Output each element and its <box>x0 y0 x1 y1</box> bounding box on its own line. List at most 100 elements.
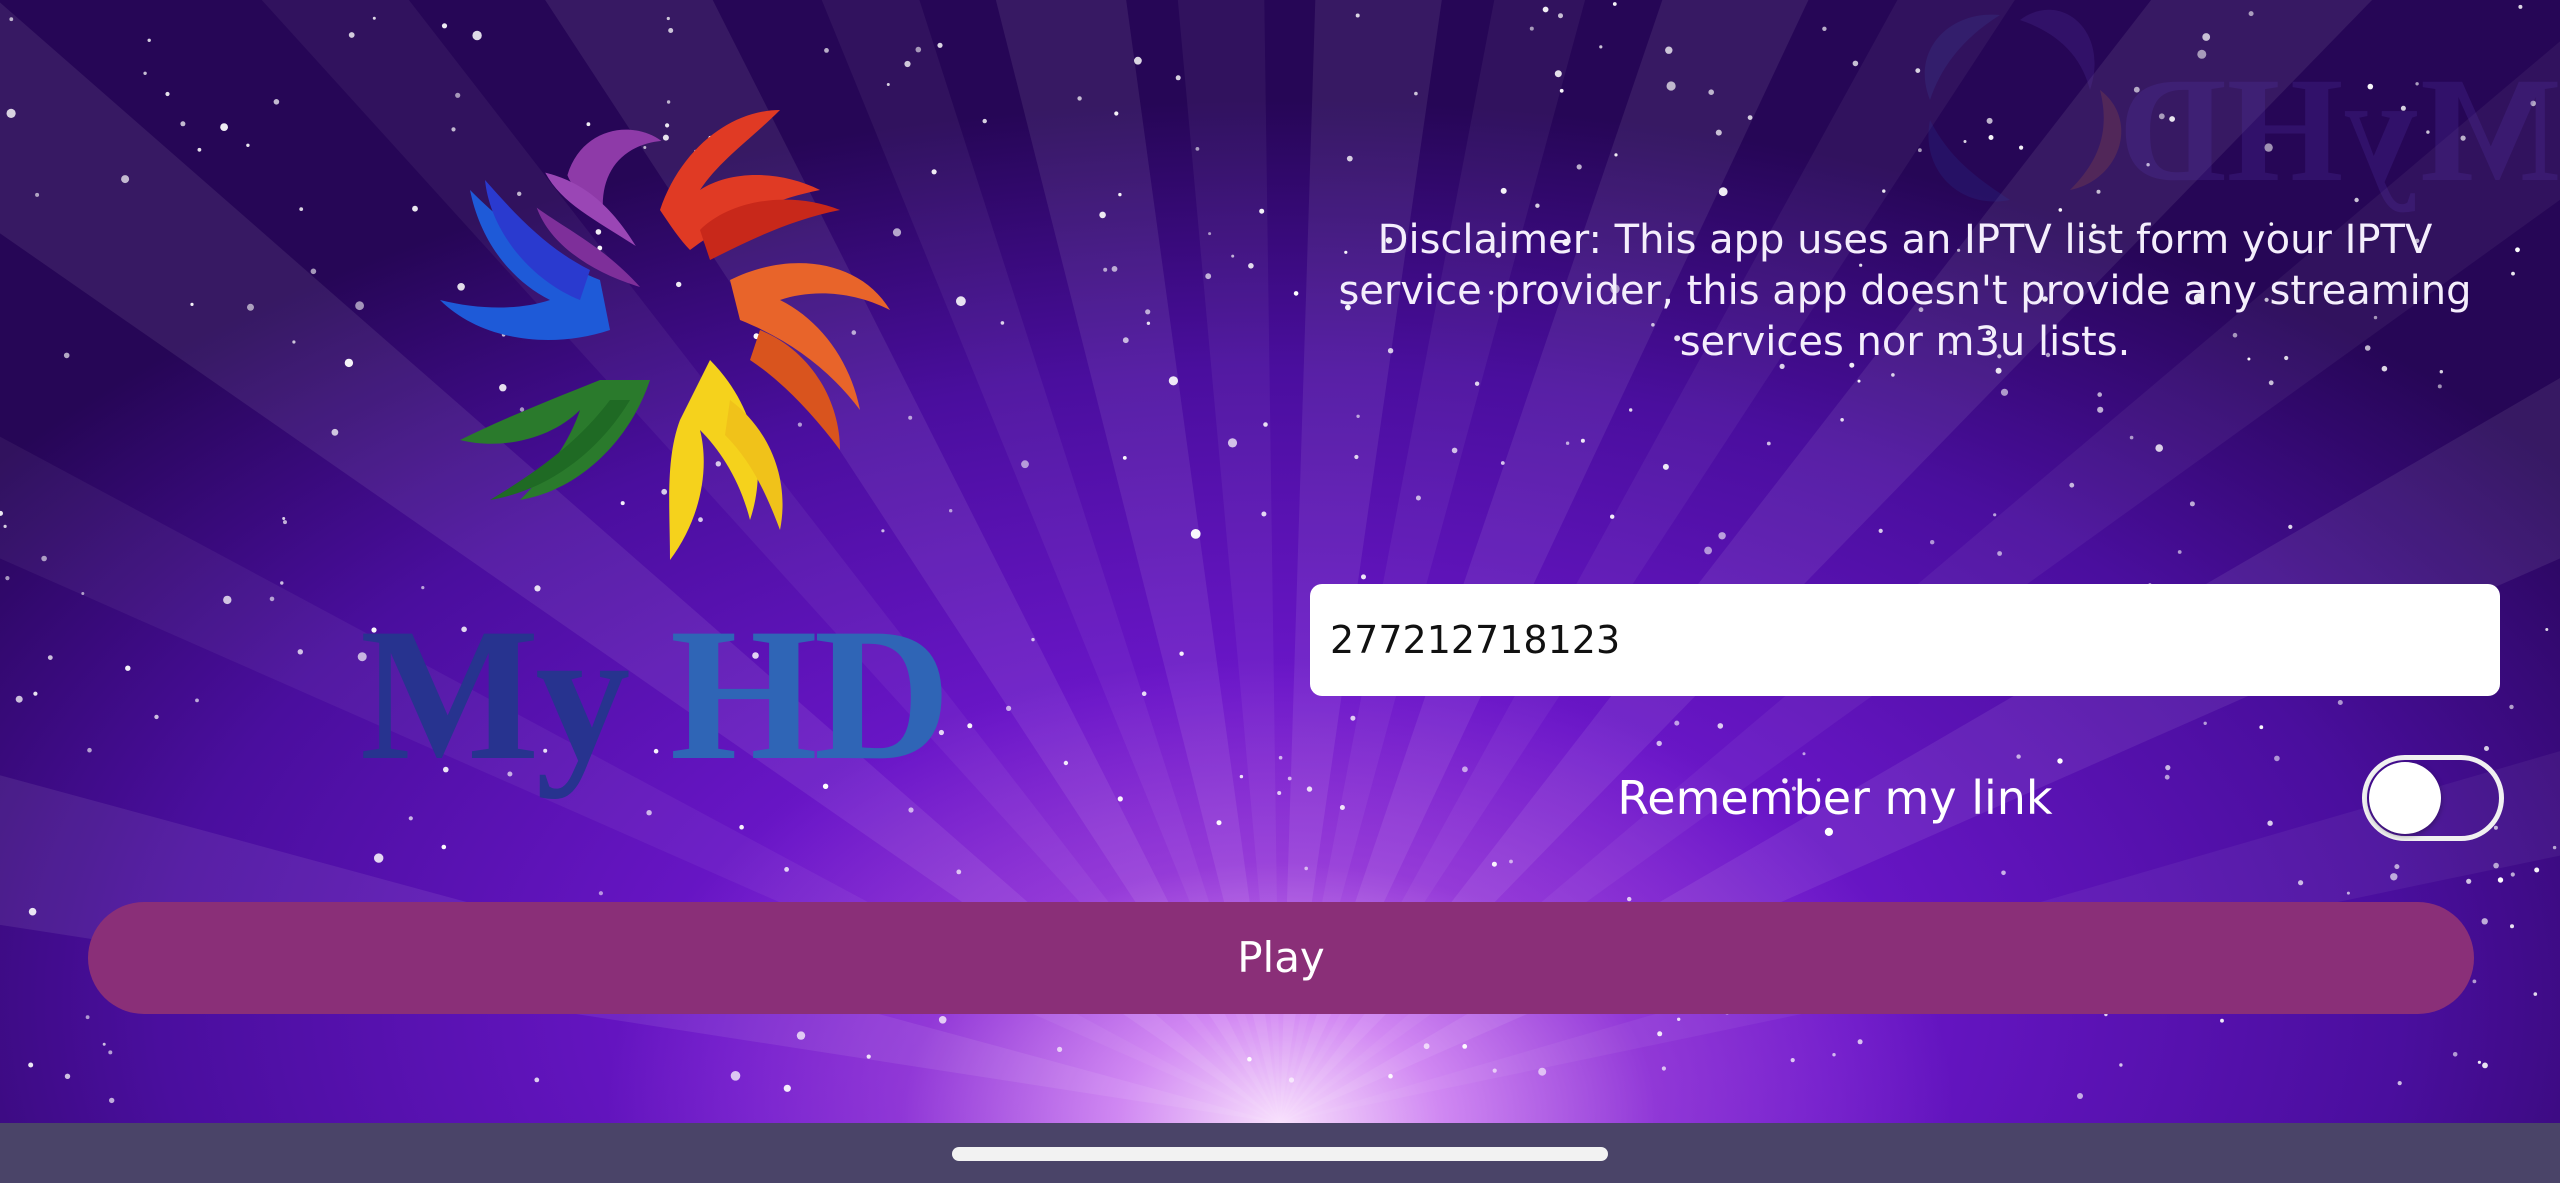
star <box>2001 870 2006 876</box>
star <box>143 71 147 76</box>
star <box>1114 111 1119 116</box>
disclaimer-text: Disclaimer: This app uses an IPTV list f… <box>1338 217 2472 365</box>
home-indicator[interactable] <box>952 1147 1608 1161</box>
star <box>1995 367 2002 374</box>
star <box>1558 13 1563 19</box>
star <box>1259 208 1265 214</box>
star <box>1451 447 1458 454</box>
star <box>1822 26 1827 31</box>
star <box>1857 1039 1863 1045</box>
star <box>2510 924 2514 929</box>
star <box>1277 791 1282 795</box>
star <box>2510 872 2515 877</box>
star <box>1179 651 1184 656</box>
logo-my-text: My <box>360 590 630 800</box>
star <box>1802 752 1806 756</box>
star <box>2346 891 2350 895</box>
star <box>1627 896 1632 902</box>
star <box>280 581 284 585</box>
star <box>125 665 131 671</box>
star <box>1930 540 1935 545</box>
star <box>197 147 202 152</box>
star <box>297 649 303 655</box>
star <box>739 824 744 830</box>
star <box>2016 754 2021 759</box>
remember-link-toggle[interactable] <box>2362 755 2504 841</box>
star <box>147 38 151 42</box>
star <box>1195 147 1200 151</box>
star <box>1122 456 1127 460</box>
star <box>784 867 789 872</box>
star <box>1997 551 2002 556</box>
star <box>2077 1093 2083 1099</box>
star <box>668 28 674 33</box>
star <box>2119 1063 2123 1067</box>
star <box>1293 291 1299 296</box>
star <box>1346 155 1353 162</box>
star <box>1287 776 1292 781</box>
star <box>1492 1068 1497 1073</box>
star <box>1500 461 1505 465</box>
star <box>1891 373 1895 377</box>
star <box>1021 460 1029 469</box>
toggle-knob <box>2369 762 2441 834</box>
play-button[interactable]: Play <box>88 902 2474 1014</box>
star <box>2439 370 2443 374</box>
star <box>220 123 229 131</box>
star <box>2259 725 2264 730</box>
star <box>1216 820 1222 826</box>
star <box>3 524 7 529</box>
star <box>824 48 829 53</box>
star <box>1576 164 1582 170</box>
star <box>102 1042 106 1046</box>
link-input[interactable] <box>1310 584 2500 696</box>
star <box>1610 514 1615 519</box>
star <box>273 99 280 105</box>
star <box>2482 1062 2488 1069</box>
star <box>1565 441 1570 445</box>
star <box>1423 1043 1430 1050</box>
star <box>1878 528 1883 534</box>
star <box>1415 495 1421 501</box>
star <box>269 596 275 602</box>
star <box>87 747 92 753</box>
star <box>1134 56 1142 65</box>
star <box>2533 992 2538 996</box>
star <box>282 517 286 520</box>
star <box>2484 746 2489 751</box>
star <box>1355 13 1360 18</box>
star <box>6 108 16 118</box>
star <box>886 83 890 86</box>
star <box>1063 760 1069 766</box>
star <box>1474 381 1480 386</box>
star <box>2267 820 2273 826</box>
star <box>1304 866 1308 871</box>
star <box>1141 691 1147 696</box>
star <box>2545 628 2549 631</box>
star <box>2097 406 2104 413</box>
star <box>2274 755 2280 762</box>
star <box>310 268 317 275</box>
star <box>1168 376 1178 386</box>
star <box>108 1050 113 1055</box>
star <box>33 691 38 696</box>
star <box>180 121 186 127</box>
star <box>2069 482 2075 488</box>
star <box>47 655 53 660</box>
star <box>1247 1056 1252 1062</box>
star <box>937 42 943 48</box>
star <box>2057 758 2063 764</box>
star <box>472 30 482 41</box>
star <box>1006 705 1012 712</box>
star <box>2497 877 2504 883</box>
star <box>1205 273 1212 280</box>
star <box>1718 187 1728 197</box>
star <box>1500 187 1507 194</box>
star <box>63 352 70 359</box>
star <box>2298 880 2304 886</box>
star <box>2437 384 2442 389</box>
star <box>2097 392 2102 397</box>
star <box>121 175 130 184</box>
star <box>28 1062 34 1068</box>
star <box>1657 1031 1663 1037</box>
